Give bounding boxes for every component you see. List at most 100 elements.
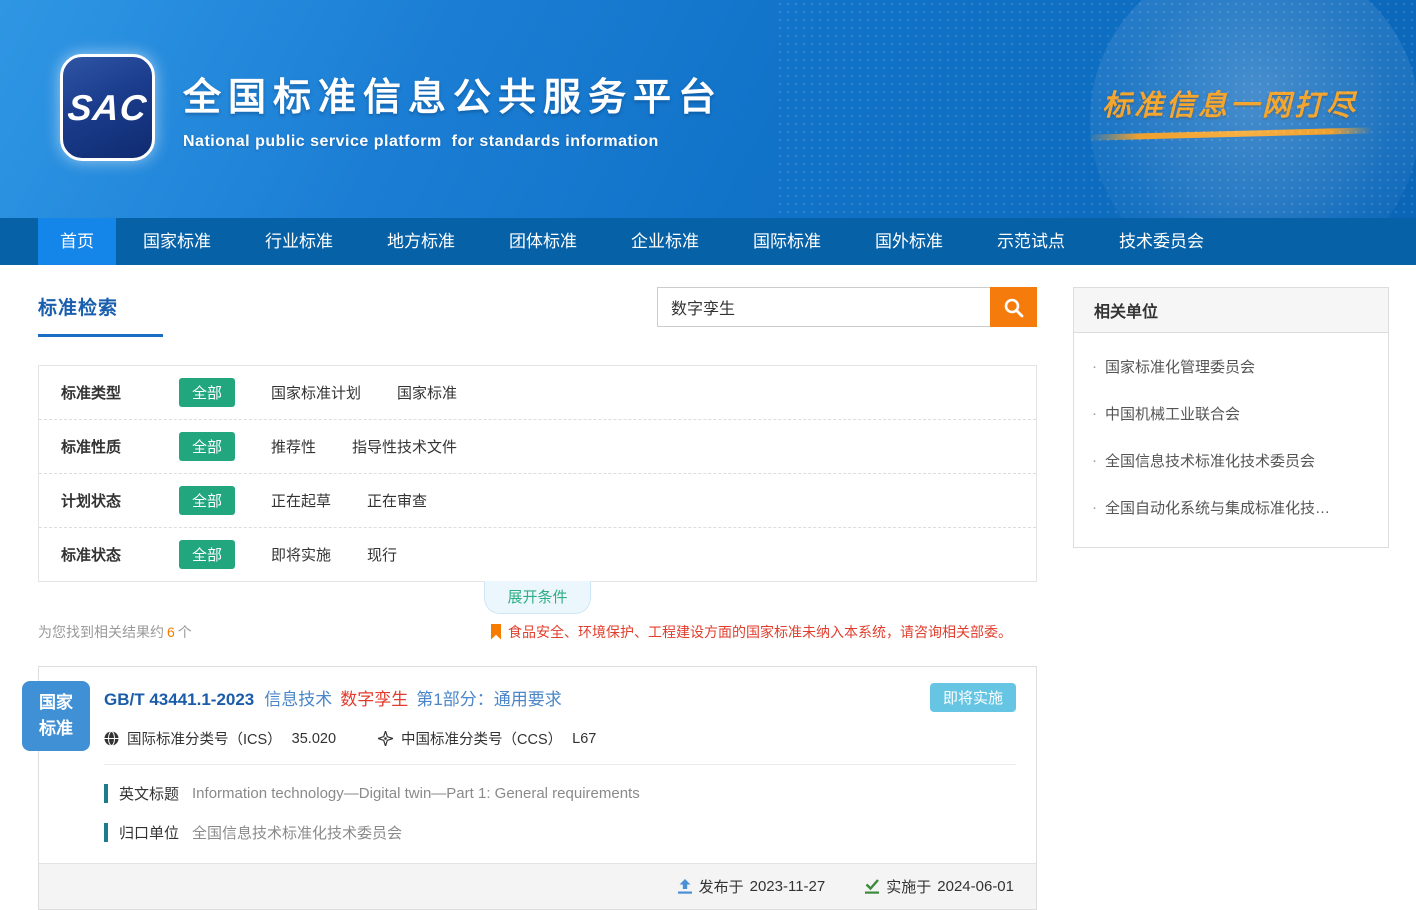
- filter-option[interactable]: 指导性技术文件: [352, 436, 457, 457]
- filter-label: 标准状态: [61, 544, 139, 565]
- ics-value: 35.020: [292, 731, 336, 747]
- standard-title-link[interactable]: GB/T 43441.1-2023 信息技术数字孪生第1部分：通用要求: [104, 685, 562, 710]
- main-content: 标准检索 标准类型 全部 国家标准计划 国家标准: [0, 265, 1416, 910]
- filter-option[interactable]: 国家标准计划: [271, 382, 361, 403]
- nav-item-national-standards[interactable]: 国家标准: [116, 218, 238, 265]
- result-card-wrap: 国家 标准 GB/T 43441.1-2023信息技术数字孪生第1部分：通用要求…: [38, 666, 1037, 910]
- page: SAC 全国标准信息公共服务平台 National public service…: [0, 0, 1416, 910]
- filter-row-standard-nature: 标准性质 全部 推荐性 指导性技术文件: [39, 419, 1036, 473]
- standard-type-badge: 国家 标准: [22, 681, 90, 751]
- implement-date-item: 实施于 2024-06-01: [865, 876, 1014, 897]
- page-title: 标准检索: [38, 298, 118, 319]
- expand-wrap: 展开条件: [38, 582, 1037, 614]
- sac-logo[interactable]: SAC: [60, 54, 155, 161]
- card-footer: 发布于 2023-11-27 实施于 2024-06-01: [39, 863, 1036, 909]
- filter-label: 标准类型: [61, 382, 139, 403]
- ccs-label: 中国标准分类号（CCS）: [401, 728, 562, 749]
- bookmark-icon: [490, 624, 502, 640]
- bullet: ·: [1092, 405, 1097, 422]
- search-row: 标准检索: [38, 287, 1037, 350]
- section-title-wrap: 标准检索: [38, 287, 163, 337]
- dept-field: 归口单位 全国信息技术标准化技术委员会: [104, 822, 1016, 843]
- standard-title-highlight: 数字孪生: [340, 690, 408, 709]
- field-bar: [104, 784, 108, 803]
- nav-item-international-standards[interactable]: 国际标准: [726, 218, 848, 265]
- filter-option[interactable]: 现行: [367, 544, 397, 565]
- compass-icon: [378, 731, 393, 746]
- filter-panel: 标准类型 全部 国家标准计划 国家标准 标准性质 全部 推荐性 指导性技术文件 …: [38, 365, 1037, 582]
- search-icon: [1003, 297, 1024, 318]
- search-column: 标准检索 标准类型 全部 国家标准计划 国家标准: [38, 265, 1037, 910]
- english-title-field: 英文标题 Information technology—Digital twin…: [104, 783, 1016, 804]
- card-meta-row: 国际标准分类号（ICS） 35.020 中国标准分类号（CCS） L67: [104, 728, 1016, 765]
- site-header: SAC 全国标准信息公共服务平台 National public service…: [0, 0, 1416, 218]
- filter-option[interactable]: 即将实施: [271, 544, 331, 565]
- search-group: [657, 287, 1037, 327]
- standard-title-part1: 信息技术: [264, 690, 332, 709]
- card-body: GB/T 43441.1-2023信息技术数字孪生第1部分：通用要求 即将实施 …: [39, 667, 1036, 843]
- related-units-panel: 相关单位 · 国家标准化管理委员会 · 中国机械工业联合会 ·全国信息技术标准化技术…: [1073, 287, 1389, 548]
- standard-code: GB/T 43441.1-2023: [104, 690, 254, 709]
- nav-item-pilot[interactable]: 示范试点: [970, 218, 1092, 265]
- sidebar-item-label: 中国机械工业联合会: [1105, 403, 1240, 424]
- bullet: ·: [1092, 452, 1097, 469]
- nav-item-home[interactable]: 首页: [38, 218, 116, 265]
- notice-text: 食品安全、环境保护、工程建设方面的国家标准未纳入本系统，请咨询相关部委。: [508, 622, 1012, 642]
- result-count-prefix: 为您找到相关结果约: [38, 624, 164, 640]
- card-title-row: GB/T 43441.1-2023信息技术数字孪生第1部分：通用要求 即将实施: [104, 683, 1016, 712]
- filter-row-standard-status: 标准状态 全部 即将实施 现行: [39, 527, 1036, 581]
- sidebar-item-sac[interactable]: · 国家标准化管理委员会: [1092, 343, 1370, 390]
- related-units-title: 相关单位: [1074, 288, 1388, 333]
- ics-meta: 国际标准分类号（ICS） 35.020: [104, 728, 336, 749]
- check-icon: [865, 879, 879, 894]
- search-button[interactable]: [990, 287, 1037, 327]
- implement-label: 实施于: [886, 876, 931, 897]
- sac-logo-text: SAC: [66, 87, 149, 129]
- ccs-meta: 中国标准分类号（CCS） L67: [378, 728, 596, 749]
- standard-title-part2: 第1部分：通用要求: [416, 690, 561, 709]
- publish-date-item: 发布于 2023-11-27: [678, 876, 826, 897]
- sidebar-item-label: 全国自动化系统与集成标准化技…: [1105, 497, 1330, 518]
- slogan-text: 标准信息一网打尽: [1080, 82, 1380, 124]
- sidebar-item-label: 国家标准化管理委员会: [1105, 356, 1255, 377]
- filter-option[interactable]: 推荐性: [271, 436, 316, 457]
- result-count: 为您找到相关结果约6个: [38, 622, 192, 642]
- filter-option[interactable]: 正在审查: [367, 490, 427, 511]
- sidebar-item-it-standardization[interactable]: ·全国信息技术标准化技术委员会: [1092, 437, 1370, 484]
- filter-selected-badge[interactable]: 全部: [179, 378, 235, 407]
- field-bar: [104, 823, 108, 842]
- nav-item-enterprise-standards[interactable]: 企业标准: [604, 218, 726, 265]
- filter-label: 标准性质: [61, 436, 139, 457]
- ics-label: 国际标准分类号（ICS）: [127, 728, 282, 749]
- english-title-label: 英文标题: [119, 783, 179, 804]
- filter-selected-badge[interactable]: 全部: [179, 432, 235, 461]
- system-notice: 食品安全、环境保护、工程建设方面的国家标准未纳入本系统，请咨询相关部委。: [490, 622, 1012, 642]
- upload-icon: [678, 879, 692, 894]
- globe-icon: [104, 731, 119, 746]
- nav-item-local-standards[interactable]: 地方标准: [360, 218, 482, 265]
- nav-item-foreign-standards[interactable]: 国外标准: [848, 218, 970, 265]
- filter-row-standard-type: 标准类型 全部 国家标准计划 国家标准: [39, 366, 1036, 419]
- filter-option[interactable]: 正在起草: [271, 490, 331, 511]
- filter-selected-badge[interactable]: 全部: [179, 486, 235, 515]
- slogan-block: 标准信息一网打尽: [1080, 82, 1380, 137]
- search-input[interactable]: [657, 287, 990, 327]
- result-info-row: 为您找到相关结果约6个 食品安全、环境保护、工程建设方面的国家标准未纳入本系统，…: [38, 622, 1037, 642]
- bullet: ·: [1092, 358, 1097, 375]
- nav-item-industry-standards[interactable]: 行业标准: [238, 218, 360, 265]
- result-card: GB/T 43441.1-2023信息技术数字孪生第1部分：通用要求 即将实施 …: [38, 666, 1037, 910]
- sidebar-item-machinery-federation[interactable]: · 中国机械工业联合会: [1092, 390, 1370, 437]
- result-count-suffix: 个: [178, 624, 192, 640]
- type-badge-line1: 国家: [39, 690, 73, 716]
- nav-item-group-standards[interactable]: 团体标准: [482, 218, 604, 265]
- nav-item-technical-committee[interactable]: 技术委员会: [1092, 218, 1231, 265]
- filter-option[interactable]: 国家标准: [397, 382, 457, 403]
- result-count-number: 6: [167, 624, 175, 640]
- filter-selected-badge[interactable]: 全部: [179, 540, 235, 569]
- sidebar-item-automation-systems[interactable]: ·全国自动化系统与集成标准化技…: [1092, 484, 1370, 531]
- filter-row-plan-status: 计划状态 全部 正在起草 正在审查: [39, 473, 1036, 527]
- expand-conditions-button[interactable]: 展开条件: [484, 581, 590, 614]
- site-subtitle: National public service platform for sta…: [183, 133, 723, 151]
- type-badge-line2: 标准: [39, 716, 73, 742]
- related-units-list: · 国家标准化管理委员会 · 中国机械工业联合会 ·全国信息技术标准化技术委员会 ·…: [1074, 333, 1388, 547]
